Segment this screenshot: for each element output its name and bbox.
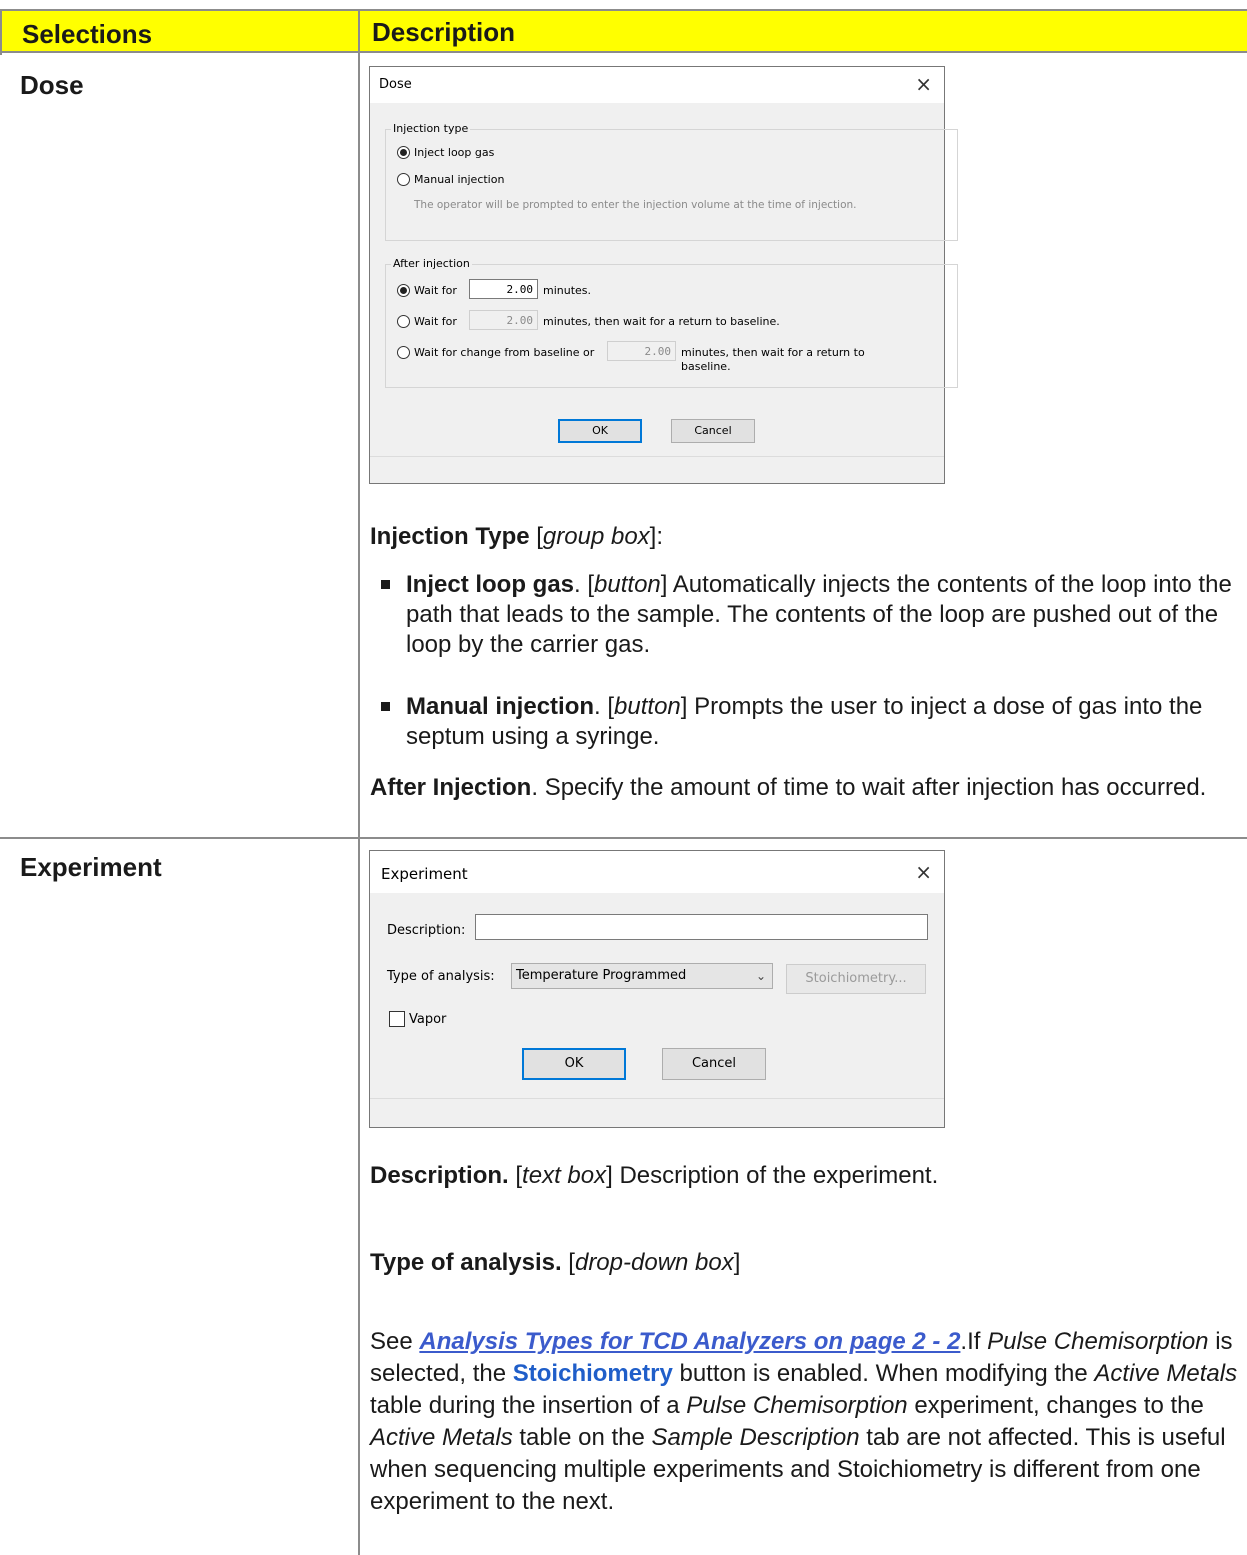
- stoichiometry-button[interactable]: Stoichiometry...: [786, 964, 926, 994]
- inject-loop-term: Inject loop gas: [406, 571, 575, 598]
- type-of-analysis-select[interactable]: Temperature Programmed ⌄: [511, 963, 773, 989]
- stoichiometry-term: Stoichiometry: [512, 1360, 673, 1387]
- type-of-analysis-label: Type of analysis:: [387, 969, 495, 984]
- experiment-dialog-statusbar: [370, 1098, 944, 1127]
- inject-loop-label: Inject loop gas: [414, 146, 495, 159]
- see-table-on: table on the: [512, 1424, 652, 1451]
- header-selections: Selections: [2, 11, 358, 51]
- manual-injection-radio[interactable]: [397, 173, 410, 186]
- selection-experiment: Experiment: [20, 852, 162, 882]
- table-column-divider: [358, 9, 360, 1555]
- dose-dialog-titlebar: Dose ×: [370, 67, 944, 103]
- description-paragraph: Description. [text box] Description of t…: [370, 1162, 939, 1189]
- description-input[interactable]: [475, 914, 928, 940]
- dose-ok-button[interactable]: OK: [558, 419, 642, 443]
- wait-suffix-1: minutes.: [543, 284, 592, 297]
- see-enabled: button is enabled. When modifying the: [672, 1360, 1095, 1387]
- injection-type-term: Injection Type: [370, 523, 530, 550]
- after-injection-text: Specify the amount of time to wait after…: [544, 774, 1207, 801]
- dose-cancel-button[interactable]: Cancel: [671, 419, 755, 443]
- analysis-types-link[interactable]: Analysis Types for TCD Analyzers on page…: [419, 1328, 960, 1355]
- bullet-icon: [381, 702, 390, 711]
- wait-for-radio-1[interactable]: [397, 284, 410, 297]
- see-after-link: .If: [960, 1328, 988, 1355]
- table-border-header: [0, 51, 1247, 53]
- experiment-dialog-title: Experiment: [381, 865, 468, 883]
- inject-loop-kind: button: [594, 571, 661, 598]
- sample-description-term: Sample Description: [651, 1424, 860, 1451]
- manual-injection-label: Manual injection: [414, 173, 505, 186]
- active-metals-term: Active Metals: [1094, 1360, 1238, 1387]
- chevron-down-icon: ⌄: [755, 969, 766, 983]
- after-injection-paragraph: After Injection. Specify the amount of t…: [370, 774, 1207, 801]
- bullet-icon: [381, 580, 390, 589]
- wait-minutes-input-1[interactable]: 2.00: [469, 279, 538, 299]
- close-icon[interactable]: ×: [915, 860, 932, 884]
- inject-loop-radio[interactable]: [397, 146, 410, 159]
- type-of-analysis-paragraph: Type of analysis. [drop-down box]: [370, 1249, 741, 1276]
- table-border-row: [0, 837, 1247, 839]
- active-metals-term-2: Active Metals: [370, 1424, 513, 1451]
- pulse-term-2: Pulse Chemisorption: [686, 1392, 908, 1419]
- dose-dialog: Dose × Injection type Inject loop gas Ma…: [369, 66, 958, 484]
- experiment-dialog-titlebar: Experiment ×: [370, 851, 944, 893]
- header-selections-label: Selections: [22, 19, 153, 49]
- dose-dialog-statusbar: [370, 456, 944, 483]
- wait-suffix-3a: minutes, then wait for a return to: [681, 346, 865, 359]
- experiment-dialog: Experiment × Description: Type of analys…: [369, 850, 945, 1128]
- close-icon[interactable]: ×: [915, 72, 932, 96]
- injection-type-heading: Injection Type [group box]:: [370, 523, 664, 550]
- description-term: Description.: [370, 1162, 509, 1189]
- bullet-inject-loop: Inject loop gas. [button] Automatically …: [370, 570, 1245, 660]
- wait-suffix-3b: baseline.: [681, 360, 731, 373]
- table-border-top: [0, 9, 1247, 11]
- wait-for-label-2: Wait for: [414, 315, 457, 328]
- after-injection-term: After Injection: [370, 774, 532, 801]
- see-changes: experiment, changes to the: [907, 1392, 1204, 1419]
- experiment-ok-button[interactable]: OK: [522, 1048, 626, 1080]
- see-paragraph: See Analysis Types for TCD Analyzers on …: [370, 1326, 1245, 1518]
- wait-suffix-2: minutes, then wait for a return to basel…: [543, 315, 780, 328]
- wait-minutes-input-3[interactable]: 2.00: [607, 341, 676, 361]
- wait-for-label-1: Wait for: [414, 284, 457, 297]
- selection-dose: Dose: [20, 70, 84, 100]
- dose-dialog-title: Dose: [379, 77, 412, 92]
- bullet-manual-injection: Manual injection. [button] Prompts the u…: [370, 692, 1245, 752]
- type-of-analysis-value: Temperature Programmed: [516, 968, 687, 983]
- description-text: Description of the experiment.: [619, 1162, 939, 1189]
- wait-for-radio-2[interactable]: [397, 315, 410, 328]
- header-description-label: Description: [372, 17, 516, 47]
- wait-minutes-input-2[interactable]: 2.00: [469, 310, 538, 330]
- injection-type-group-label: Injection type: [391, 122, 471, 135]
- experiment-cancel-button[interactable]: Cancel: [662, 1048, 766, 1080]
- description-kind: text box: [522, 1162, 607, 1189]
- after-injection-group-label: After injection: [391, 257, 472, 270]
- header-description: Description: [360, 11, 1247, 51]
- wait-change-label-3: Wait for change from baseline or: [414, 346, 595, 359]
- table-border-left: [0, 9, 2, 55]
- see-during: table during the insertion of a: [370, 1392, 687, 1419]
- pulse-term: Pulse Chemisorption: [987, 1328, 1209, 1355]
- manual-injection-term: Manual injection: [406, 693, 595, 720]
- see-prefix: See: [370, 1328, 420, 1355]
- description-label: Description:: [387, 923, 466, 938]
- type-of-analysis-kind: drop-down box: [574, 1249, 734, 1276]
- injection-hint: The operator will be prompted to enter t…: [414, 199, 857, 211]
- injection-type-kind: group box: [542, 523, 650, 550]
- type-of-analysis-term: Type of analysis.: [370, 1249, 562, 1276]
- manual-injection-kind: button: [614, 693, 681, 720]
- wait-change-radio-3[interactable]: [397, 346, 410, 359]
- vapor-checkbox[interactable]: [389, 1011, 405, 1027]
- vapor-label: Vapor: [409, 1012, 447, 1027]
